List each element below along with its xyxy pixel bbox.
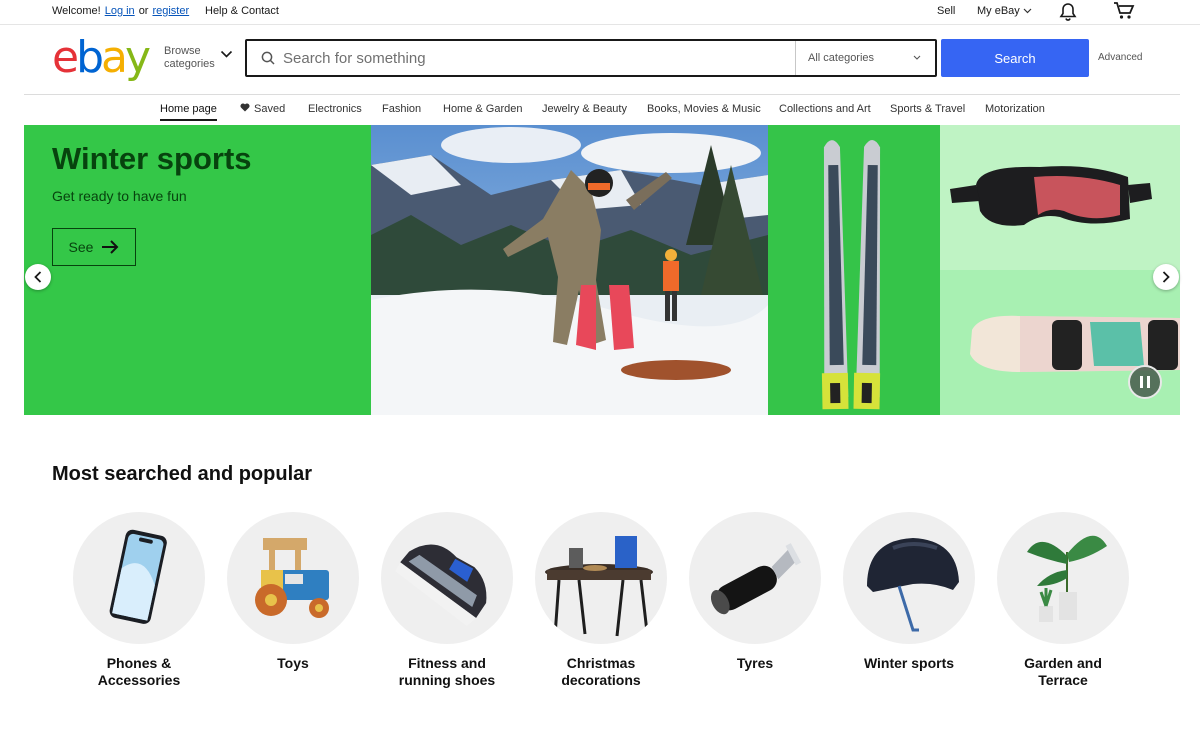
nav-divider [24, 94, 1180, 95]
my-ebay-menu[interactable]: My eBay [977, 5, 1032, 17]
nav-item-collections-art[interactable]: Collections and Art [779, 103, 871, 115]
category-select[interactable]: All categories [795, 41, 935, 75]
nav-item-saved[interactable]: Saved [240, 103, 285, 115]
chevron-right-icon [1162, 271, 1170, 283]
category-card-winter-sports[interactable]: Winter sports [832, 512, 986, 672]
browse-label-1: Browse [164, 45, 201, 57]
category-label: Toys [277, 655, 309, 671]
hero-title: Winter sports [52, 141, 252, 176]
hero-carousel: Winter sports Get ready to have fun See [24, 125, 1180, 415]
ski-goggles-image [940, 125, 1180, 270]
arrow-right-icon [102, 240, 119, 254]
chevron-down-icon [1023, 8, 1032, 14]
hero-text-panel: Winter sports Get ready to have fun See [24, 125, 371, 415]
sell-link[interactable]: Sell [937, 5, 955, 17]
category-label: Winter sports [863, 655, 955, 671]
chevron-down-icon[interactable] [220, 50, 233, 59]
search-input[interactable] [283, 47, 783, 69]
nav-item-sports-travel[interactable]: Sports & Travel [890, 103, 965, 115]
category-card-garden[interactable]: Garden and Terrace [986, 512, 1140, 689]
browse-label-2: categories [164, 58, 215, 70]
cart-icon[interactable] [1113, 1, 1135, 24]
carousel-pause-button[interactable] [1128, 365, 1162, 399]
or-text: or [138, 5, 149, 17]
carousel-next-button[interactable] [1153, 264, 1179, 290]
search-box: All categories [245, 39, 937, 77]
shoe-icon [381, 512, 513, 644]
chevron-down-icon [913, 55, 921, 60]
nav-item-motorization[interactable]: Motorization [985, 103, 1045, 115]
category-card-toys[interactable]: Toys [216, 512, 370, 672]
skis-image [768, 125, 940, 415]
category-label: Phones & Accessories [97, 655, 181, 688]
toy-tractor-icon [227, 512, 359, 644]
welcome-text: Welcome! [52, 5, 101, 17]
nav-item-jewelry-beauty[interactable]: Jewelry & Beauty [542, 103, 627, 115]
search-button[interactable]: Search [941, 39, 1089, 77]
nav-item-home[interactable]: Home page [160, 103, 217, 121]
category-label: Tyres [736, 655, 774, 671]
category-card-fitness-shoes[interactable]: Fitness and running shoes [370, 512, 524, 689]
notification-bell-icon[interactable] [1059, 2, 1077, 25]
browse-categories-button[interactable]: Browse categories [164, 45, 215, 71]
help-contact-link[interactable]: Help & Contact [205, 5, 279, 17]
login-link[interactable]: Log in [105, 5, 135, 17]
chevron-left-icon [34, 271, 42, 283]
category-label: Christmas decorations [561, 655, 641, 688]
my-ebay-label: My eBay [977, 5, 1020, 17]
category-card-christmas[interactable]: Christmas decorations [524, 512, 678, 689]
table-decor-icon [535, 512, 667, 644]
category-card-tyres[interactable]: Tyres [678, 512, 832, 672]
advanced-search-link[interactable]: Advanced [1098, 52, 1142, 63]
nav-item-books-movies-music[interactable]: Books, Movies & Music [647, 103, 761, 115]
category-card-phones[interactable]: Phones & Accessories [62, 512, 216, 689]
snowboarder-image [371, 125, 768, 415]
hero-subtitle: Get ready to have fun [52, 188, 187, 204]
welcome-area: Welcome! Log in or register [52, 5, 189, 17]
exhaust-pipe-icon [689, 512, 821, 644]
helmet-icon [843, 512, 975, 644]
ebay-logo[interactable]: ebay [52, 36, 151, 80]
category-label: Fitness and running shoes [398, 655, 496, 688]
nav-item-home-garden[interactable]: Home & Garden [443, 103, 522, 115]
phone-icon [73, 512, 205, 644]
search-icon [261, 51, 275, 65]
category-label: Garden and Terrace [1024, 655, 1102, 688]
popular-section-title: Most searched and popular [52, 463, 313, 485]
pause-icon [1140, 376, 1150, 388]
category-nav: Home page Saved Electronics Fashion Home… [0, 103, 1200, 123]
category-select-value: All categories [808, 52, 875, 64]
hero-see-label: See [68, 239, 94, 255]
hero-see-button[interactable]: See [52, 228, 136, 266]
register-link[interactable]: register [152, 5, 189, 17]
nav-item-fashion[interactable]: Fashion [382, 103, 421, 115]
nav-item-saved-label: Saved [254, 103, 286, 115]
plant-icon [997, 512, 1129, 644]
carousel-prev-button[interactable] [25, 264, 51, 290]
heart-icon [240, 103, 250, 112]
top-bar: Welcome! Log in or register Help & Conta… [0, 0, 1200, 25]
nav-item-electronics[interactable]: Electronics [308, 103, 362, 115]
